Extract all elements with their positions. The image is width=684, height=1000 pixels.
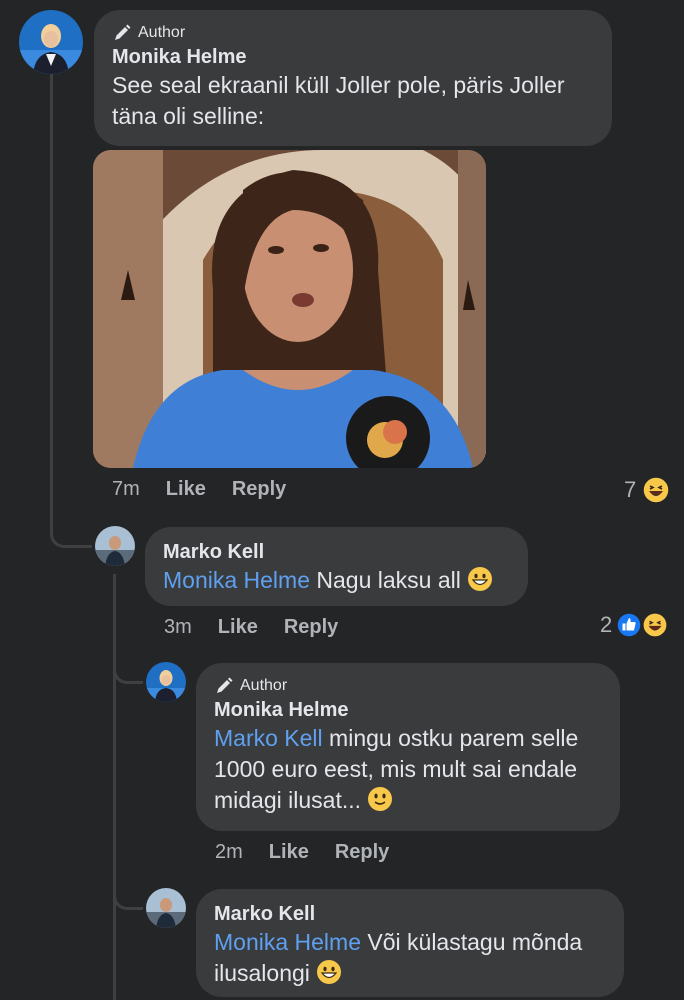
comment-text-line: mingu ostku parem selle: [322, 725, 579, 751]
thread-line-main: [50, 72, 53, 532]
pen-icon: [217, 677, 233, 693]
like-button[interactable]: Like: [218, 616, 258, 639]
author-badge: Author: [112, 22, 594, 44]
grinning-emoji-icon: [468, 567, 493, 591]
mention-link[interactable]: Marko Kell: [214, 725, 323, 751]
pen-icon: [115, 24, 131, 40]
comment-text-line: ilusalongi: [214, 960, 310, 986]
comment-text: Monika Helme Või külastagu mõnda ilusalo…: [214, 927, 606, 989]
comment-time[interactable]: 7m: [112, 478, 140, 501]
like-button[interactable]: Like: [166, 478, 206, 501]
comment-actions: 2m Like Reply: [215, 841, 389, 864]
comment-text: See seal ekraanil küll Joller pole, päri…: [112, 70, 594, 132]
grinning-emoji-icon: [317, 960, 342, 984]
reply-button[interactable]: Reply: [284, 616, 338, 639]
commenter-name[interactable]: Marko Kell: [163, 539, 510, 565]
reaction-summary[interactable]: 2: [600, 612, 669, 638]
thread-curve: [113, 860, 143, 910]
commenter-name[interactable]: Monika Helme: [112, 44, 594, 70]
comment-photo[interactable]: [93, 150, 486, 468]
comment-bubble: Marko Kell Monika Helme Või külastagu mõ…: [196, 889, 624, 997]
comment-text-line: midagi ilusat...: [214, 787, 362, 813]
reaction-count: 7: [624, 477, 637, 502]
reply-button[interactable]: Reply: [335, 841, 389, 864]
avatar[interactable]: [146, 888, 186, 928]
comment-text-line: 1000 euro eest, mis mult sai endale: [214, 756, 578, 782]
haha-reaction-icon: [642, 612, 669, 638]
comment-actions: 3m Like Reply: [164, 616, 338, 639]
reaction-summary[interactable]: 7: [624, 476, 670, 504]
comment-bubble: Marko Kell Monika Helme Nagu laksu all: [145, 527, 528, 606]
comment-text-line: täna oli selline:: [112, 103, 265, 129]
comment-text: Monika Helme Nagu laksu all: [163, 565, 510, 596]
comment-text-line: See seal ekraanil küll Joller pole, päri…: [112, 72, 565, 98]
comment-text-body: Nagu laksu all: [310, 567, 461, 593]
reaction-count: 2: [600, 612, 613, 637]
avatar[interactable]: [95, 526, 135, 566]
reply-button[interactable]: Reply: [232, 478, 286, 501]
commenter-name[interactable]: Marko Kell: [214, 901, 606, 927]
thread-line-reply: [113, 574, 116, 1000]
comment-text: Marko Kell mingu ostku parem selle 1000 …: [214, 723, 602, 816]
author-label: Author: [240, 677, 288, 694]
avatar[interactable]: [146, 662, 186, 702]
mention-link[interactable]: Monika Helme: [163, 567, 310, 593]
thread-curve: [113, 640, 143, 684]
mention-link[interactable]: Monika Helme: [214, 929, 361, 955]
comment-bubble: Author Monika Helme Marko Kell mingu ost…: [196, 663, 620, 831]
haha-reaction-icon: [642, 476, 670, 504]
like-button[interactable]: Like: [269, 841, 309, 864]
author-label: Author: [138, 24, 186, 41]
thread-curve: [50, 500, 92, 548]
comment-time[interactable]: 2m: [215, 841, 243, 864]
commenter-name[interactable]: Monika Helme: [214, 697, 602, 723]
avatar[interactable]: [19, 10, 83, 74]
like-reaction-icon: [616, 612, 642, 638]
slight-smile-emoji-icon: [368, 787, 393, 811]
comment-bubble: Author Monika Helme See seal ekraanil kü…: [94, 10, 612, 146]
comment-text-line: Või külastagu mõnda: [361, 929, 583, 955]
comment-actions: 7m Like Reply: [112, 478, 286, 501]
author-badge: Author: [214, 675, 602, 697]
comment-time[interactable]: 3m: [164, 616, 192, 639]
